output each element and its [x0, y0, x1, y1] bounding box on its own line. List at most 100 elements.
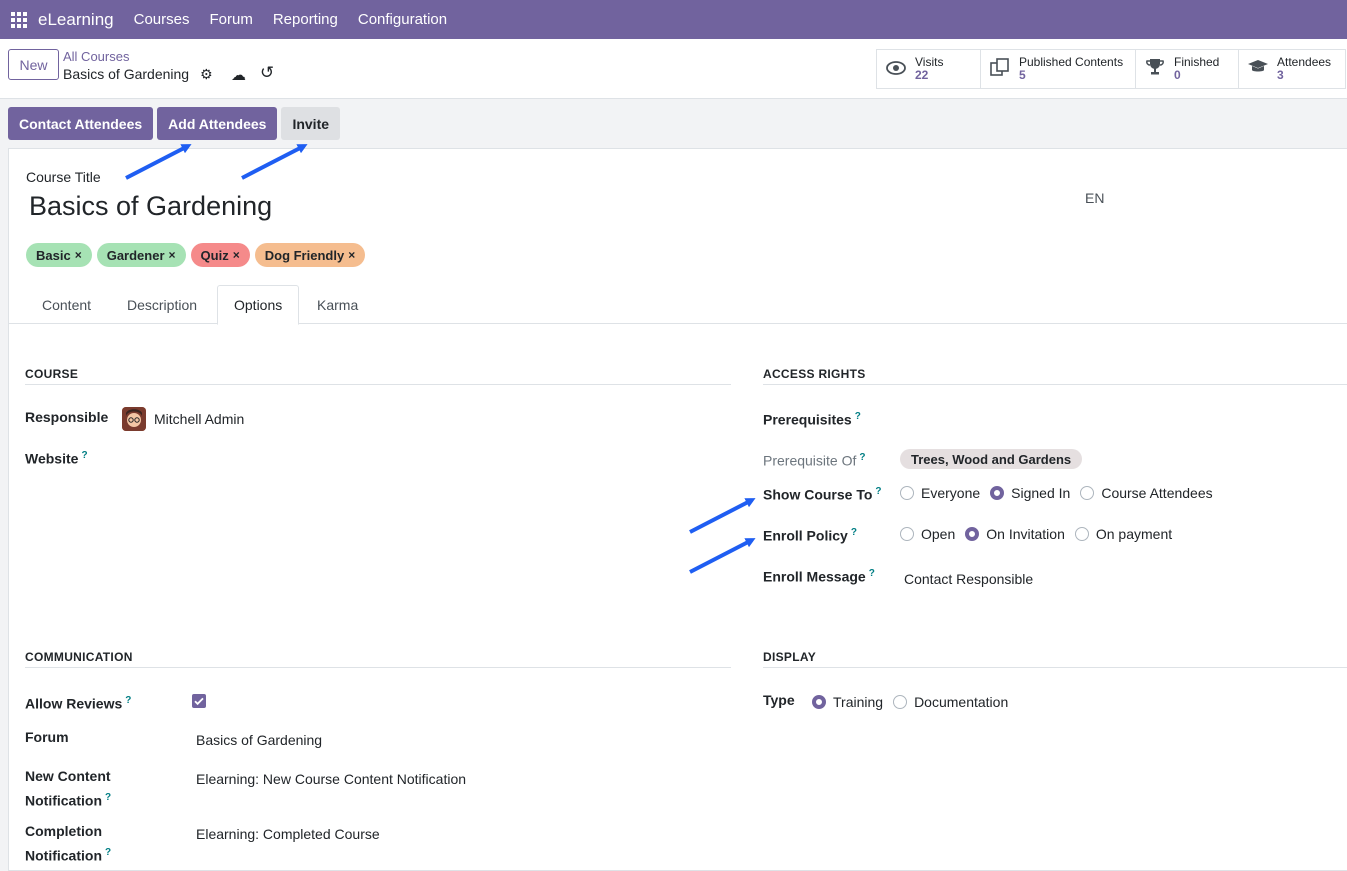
tag-gardener: Gardener ×: [96, 243, 186, 267]
tag-label: Gardener: [106, 247, 165, 263]
add-attendees-button[interactable]: Add Attendees: [157, 107, 278, 140]
tag-label: Basic: [36, 247, 71, 263]
undo-icon[interactable]: ↺: [260, 63, 274, 83]
help-icon[interactable]: ?: [105, 792, 111, 803]
type-label: Type: [763, 692, 795, 708]
radio-everyone[interactable]: Everyone: [900, 485, 980, 501]
responsible-value[interactable]: Mitchell Admin: [154, 411, 244, 427]
radio-circle-selected[interactable]: [990, 486, 1005, 500]
contact-attendees-button[interactable]: Contact Attendees: [8, 107, 154, 140]
section-display: DISPLAY: [763, 650, 1347, 668]
stat-value: 0: [1174, 68, 1181, 82]
radio-documentation[interactable]: Documentation: [893, 694, 1008, 710]
new-content-label-line1: New Content: [25, 768, 111, 784]
nav-courses[interactable]: Courses: [134, 11, 190, 28]
website-label-text: Website: [25, 450, 79, 467]
stat-published-contents[interactable]: Published Contents 5: [981, 49, 1136, 89]
radio-circle[interactable]: [900, 486, 914, 500]
allow-reviews-label-text: Allow Reviews: [25, 695, 123, 712]
tag-remove-icon[interactable]: ×: [233, 248, 240, 262]
radio-circle-selected[interactable]: [965, 527, 980, 541]
allow-reviews-label: Allow Reviews?: [25, 690, 131, 715]
forum-value[interactable]: Basics of Gardening: [196, 732, 322, 748]
nav-configuration[interactable]: Configuration: [358, 11, 447, 28]
enroll-policy-label: Enroll Policy?: [763, 522, 857, 547]
stat-value: 5: [1019, 68, 1026, 82]
stat-label: Published Contents: [1019, 55, 1124, 69]
radio-label: On payment: [1095, 526, 1173, 542]
prerequisite-of-label-text: Prerequisite Of: [763, 452, 857, 469]
section-access-rights: ACCESS RIGHTS: [763, 367, 1347, 385]
help-icon[interactable]: ?: [125, 695, 131, 706]
tab-karma[interactable]: Karma: [301, 285, 374, 324]
enroll-message-label: Enroll Message?: [763, 563, 875, 588]
radio-on-payment[interactable]: On payment: [1074, 526, 1173, 542]
enroll-message-label-text: Enroll Message: [763, 568, 866, 585]
radio-signed-in[interactable]: Signed In: [990, 485, 1070, 501]
tag-list: Basic × Gardener × Quiz × Dog Friendly ×: [26, 243, 370, 267]
help-icon[interactable]: ?: [855, 411, 861, 422]
enroll-message-value[interactable]: Contact Responsible: [904, 571, 1033, 587]
form-sheet: Course Title Basics of Gardening EN Basi…: [8, 148, 1347, 871]
gear-icon[interactable]: ⚙: [200, 66, 213, 83]
radio-circle[interactable]: [900, 527, 914, 541]
radio-on-invitation[interactable]: On Invitation: [965, 526, 1065, 542]
tab-description[interactable]: Description: [111, 285, 213, 324]
radio-circle[interactable]: [1074, 527, 1089, 541]
allow-reviews-checkbox[interactable]: [192, 694, 206, 708]
new-content-value[interactable]: Elearning: New Course Content Notificati…: [196, 771, 466, 787]
help-icon[interactable]: ?: [859, 452, 865, 463]
enroll-policy-radio-group: Open On Invitation On payment: [900, 526, 1182, 542]
help-icon[interactable]: ?: [851, 527, 857, 538]
radio-circle[interactable]: [893, 695, 908, 709]
eye-icon: [885, 59, 907, 80]
stat-value: 22: [915, 68, 929, 82]
radio-label: Signed In: [1011, 485, 1071, 501]
app-brand[interactable]: eLearning: [38, 10, 114, 30]
website-label: Website?: [25, 445, 88, 470]
help-icon[interactable]: ?: [81, 450, 87, 461]
invite-button[interactable]: Invite: [281, 107, 341, 140]
tag-quiz: Quiz ×: [190, 243, 250, 267]
language-toggle[interactable]: EN: [1085, 190, 1104, 206]
apps-menu-icon[interactable]: [0, 0, 38, 39]
avatar: [122, 407, 146, 431]
radio-circle-selected[interactable]: [812, 695, 826, 709]
stat-attendees[interactable]: Attendees 3: [1239, 49, 1346, 89]
help-icon[interactable]: ?: [875, 486, 881, 497]
tag-remove-icon[interactable]: ×: [348, 248, 355, 262]
prerequisites-label-text: Prerequisites: [763, 411, 852, 428]
prerequisite-of-label: Prerequisite Of?: [763, 447, 865, 472]
header-actions: Contact Attendees Add Attendees Invite: [8, 107, 344, 140]
radio-open[interactable]: Open: [900, 526, 955, 542]
forum-label: Forum: [25, 729, 69, 745]
stat-finished[interactable]: Finished 0: [1136, 49, 1239, 89]
tag-label: Dog Friendly: [264, 247, 345, 263]
completion-value[interactable]: Elearning: Completed Course: [196, 826, 380, 842]
copy-icon: [989, 57, 1011, 81]
stat-buttons: Visits 22 Published Contents 5 Finished 0 A…: [876, 49, 1346, 89]
tag-remove-icon[interactable]: ×: [169, 248, 176, 262]
nav-reporting[interactable]: Reporting: [273, 11, 338, 28]
radio-label: Everyone: [921, 485, 981, 501]
section-course: COURSE: [25, 367, 731, 385]
cloud-upload-icon[interactable]: ☁: [231, 66, 246, 84]
help-icon[interactable]: ?: [869, 568, 875, 579]
tag-remove-icon[interactable]: ×: [75, 248, 82, 262]
tab-options[interactable]: Options: [217, 285, 300, 325]
radio-training[interactable]: Training: [812, 694, 883, 710]
radio-course-attendees[interactable]: Course Attendees: [1080, 485, 1213, 501]
nav-forum[interactable]: Forum: [209, 11, 252, 28]
help-icon[interactable]: ?: [105, 847, 111, 858]
prerequisites-label: Prerequisites?: [763, 406, 861, 431]
radio-circle[interactable]: [1080, 486, 1095, 500]
stat-label: Attendees: [1277, 55, 1332, 69]
breadcrumb-parent[interactable]: All Courses: [63, 49, 129, 64]
completion-label-line1: Completion: [25, 823, 102, 839]
stat-visits[interactable]: Visits 22: [876, 49, 981, 89]
stat-value: 3: [1277, 68, 1284, 82]
tab-content[interactable]: Content: [26, 285, 107, 324]
show-course-label-text: Show Course To: [763, 486, 873, 503]
new-button[interactable]: New: [8, 49, 59, 80]
course-title-input[interactable]: Basics of Gardening: [29, 191, 272, 222]
